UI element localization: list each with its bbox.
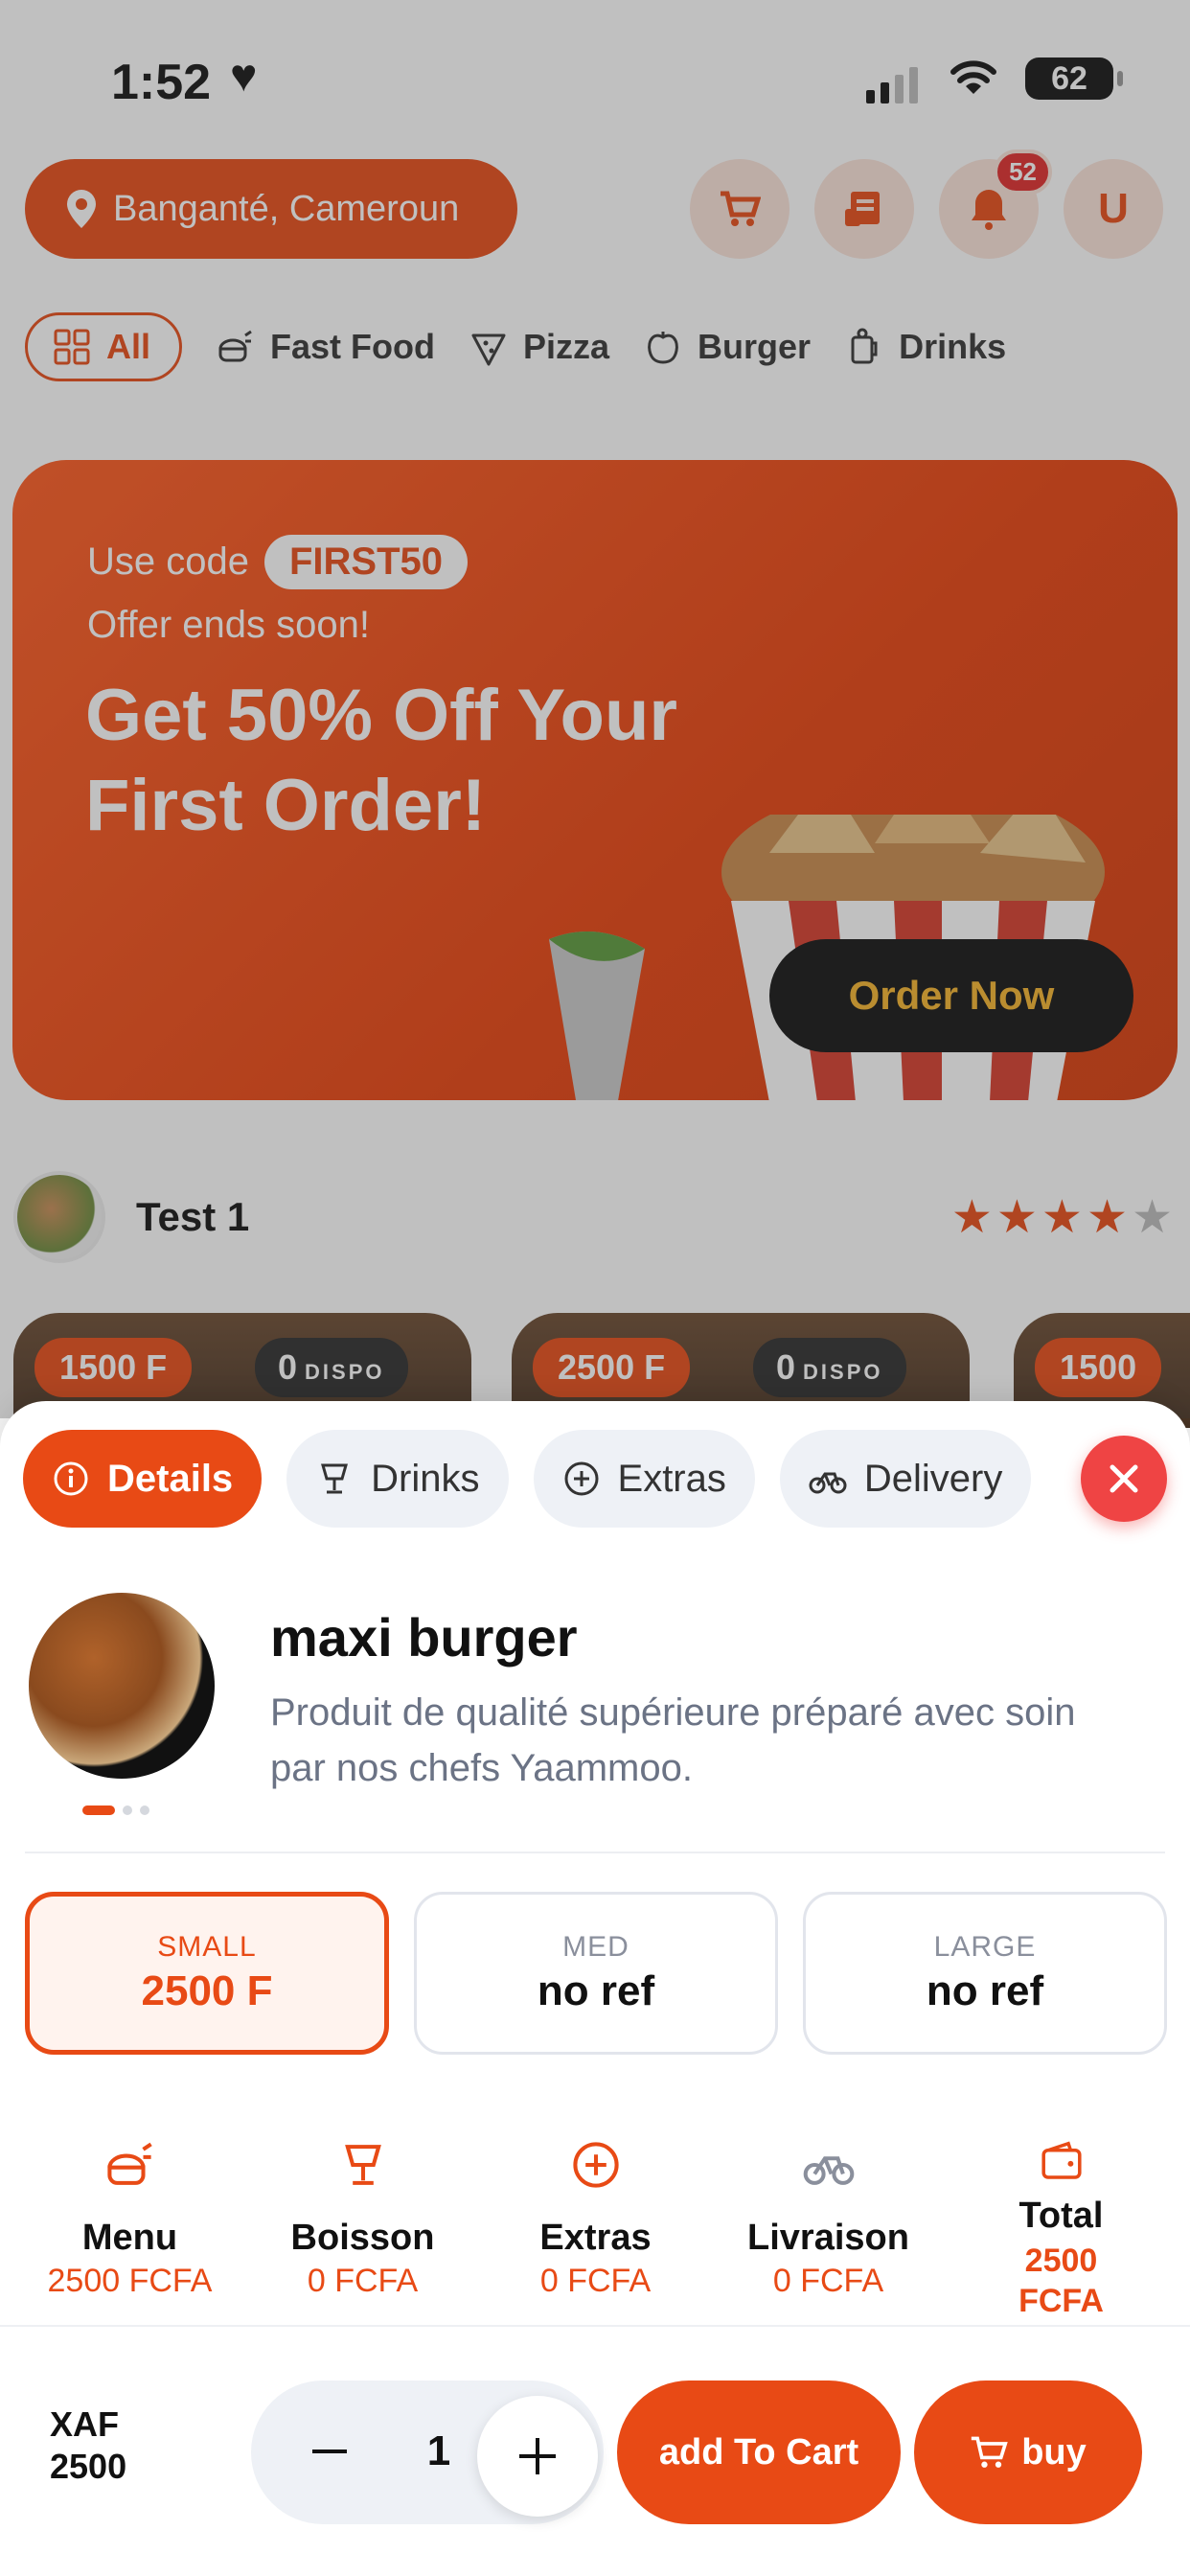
increment-button[interactable] xyxy=(477,2396,598,2517)
size-label: SMALL xyxy=(157,1931,257,1963)
buy-button[interactable]: buy xyxy=(914,2380,1142,2524)
tab-label: Details xyxy=(107,1457,234,1500)
cocktail-icon xyxy=(321,1463,349,1494)
plus-circle-icon xyxy=(572,2142,619,2188)
sheet-tabs: Details Drinks Extras Delivery xyxy=(23,1430,1032,1528)
product-detail-sheet: Details Drinks Extras Delivery maxi burg… xyxy=(0,1401,1190,2576)
size-label: MED xyxy=(562,1931,629,1963)
summary-extras: Extras 0 FCFA xyxy=(479,2129,712,2321)
cocktail-icon xyxy=(344,2145,381,2185)
amount-label: 2500 xyxy=(50,2447,127,2486)
divider xyxy=(25,1852,1165,1853)
tab-extras[interactable]: Extras xyxy=(533,1430,755,1528)
summary-value: 0 FCFA xyxy=(307,2263,419,2299)
product-image[interactable] xyxy=(29,1593,215,1779)
plus-icon xyxy=(519,2438,556,2474)
modal-backdrop[interactable] xyxy=(0,0,1190,1418)
size-price: no ref xyxy=(537,1967,655,2014)
decrement-button[interactable] xyxy=(301,2423,358,2480)
quantity-stepper: 1 xyxy=(251,2380,604,2524)
product-header: maxi burger Produit de qualité supérieur… xyxy=(29,1593,1169,1815)
size-option-large[interactable]: LARGE no ref xyxy=(803,1892,1167,2055)
total-amount: XAF 2500 xyxy=(50,2404,126,2488)
wallet-icon xyxy=(1041,2141,1082,2179)
summary-menu: Menu 2500 FCFA xyxy=(13,2129,246,2321)
size-option-med[interactable]: MED no ref xyxy=(414,1892,778,2055)
tab-label: Extras xyxy=(617,1457,726,1500)
size-option-small[interactable]: SMALL 2500 F xyxy=(25,1892,389,2055)
summary-value: 2500 FCFA xyxy=(1018,2242,1104,2319)
info-icon xyxy=(54,1461,88,1496)
summary-title: Menu xyxy=(81,2218,178,2258)
product-description: Produit de qualité supérieure préparé av… xyxy=(270,1691,1076,1789)
summary-value: 2500 FCFA xyxy=(47,2263,213,2299)
tab-drinks[interactable]: Drinks xyxy=(286,1430,509,1528)
image-carousel-dots xyxy=(82,1806,149,1815)
size-selector: SMALL 2500 F MED no ref LARGE no ref xyxy=(25,1892,1167,2055)
quantity-value: 1 xyxy=(426,2427,451,2474)
close-button[interactable] xyxy=(1081,1436,1167,1522)
close-icon xyxy=(1110,1464,1138,1493)
checkout-bar: XAF 2500 1 add To Cart buy xyxy=(0,2325,1190,2576)
summary-title: Extras xyxy=(539,2218,652,2258)
summary-title: Boisson xyxy=(290,2218,435,2258)
add-to-cart-button[interactable]: add To Cart xyxy=(617,2380,901,2524)
bike-icon xyxy=(809,1472,847,1494)
tab-label: Delivery xyxy=(863,1457,1003,1500)
minus-icon xyxy=(312,2450,347,2453)
size-label: LARGE xyxy=(933,1931,1037,1963)
currency-label: XAF xyxy=(50,2404,119,2444)
tab-label: Drinks xyxy=(371,1457,480,1500)
summary-value: 0 FCFA xyxy=(539,2263,652,2299)
summary-total: Total 2500 FCFA xyxy=(945,2129,1178,2321)
product-name: maxi burger xyxy=(270,1607,578,1668)
size-price: 2500 F xyxy=(141,1967,273,2014)
size-price: no ref xyxy=(926,1967,1044,2014)
plus-circle-icon xyxy=(564,1461,599,1496)
buy-label: buy xyxy=(1021,2431,1087,2472)
summary-title: Total xyxy=(1018,2196,1104,2236)
summary-livraison: Livraison 0 FCFA xyxy=(712,2129,945,2321)
bike-icon xyxy=(803,2156,854,2185)
fast-food-icon xyxy=(106,2142,152,2185)
summary-title: Livraison xyxy=(747,2218,909,2258)
cart-icon xyxy=(972,2436,1008,2468)
tab-details[interactable]: Details xyxy=(23,1430,263,1528)
price-summary: Menu 2500 FCFA Boisson 0 FCFA Extras 0 F… xyxy=(0,2129,1190,2321)
summary-value: 0 FCFA xyxy=(772,2263,884,2299)
summary-boisson: Boisson 0 FCFA xyxy=(246,2129,479,2321)
tab-delivery[interactable]: Delivery xyxy=(779,1430,1032,1528)
